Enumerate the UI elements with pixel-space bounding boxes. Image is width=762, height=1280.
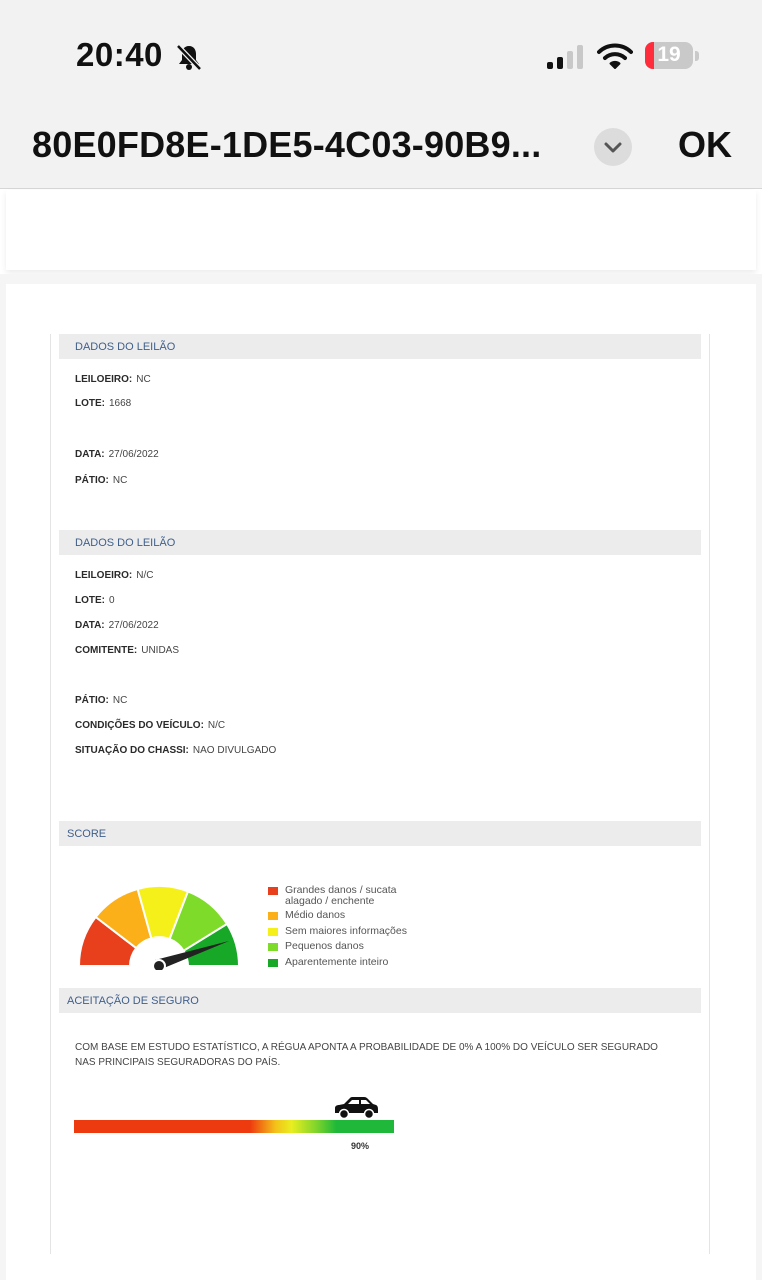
signal-icon (547, 45, 583, 69)
top-bar: 20:40 19 80E0FD8E-1DE5-4C03-90B9... OK (0, 0, 762, 189)
legend-swatch (268, 958, 278, 967)
score-gauge (77, 885, 241, 970)
legend-item: Médio danos (266, 909, 407, 925)
gauge-pivot (152, 959, 166, 970)
section-header-insurance: ACEITAÇÃO DE SEGURO (59, 988, 701, 1013)
field-value: 1668 (109, 398, 132, 409)
field-label: LOTE: (75, 595, 105, 606)
insurance-description: COM BASE EM ESTUDO ESTATÍSTICO, A RÉGUA … (75, 1042, 658, 1068)
section-title: ACEITAÇÃO DE SEGURO (67, 995, 199, 1007)
field-label: LOTE: (75, 398, 105, 409)
field-consignor: COMITENTE: UNIDAS (75, 645, 179, 656)
field-value: UNIDAS (141, 645, 180, 656)
status-bar: 20:40 19 (0, 0, 762, 100)
score-legend: Grandes danos / sucata alagado / enchent… (266, 884, 407, 971)
legend-label: Pequenos danos (285, 940, 364, 952)
section-header-score: SCORE (59, 821, 701, 846)
battery-icon: 19 (645, 42, 693, 69)
legend-swatch (268, 927, 278, 936)
field-label: PÁTIO: (75, 695, 109, 706)
document-title[interactable]: 80E0FD8E-1DE5-4C03-90B9... (32, 124, 541, 166)
legend-label: Médio danos (285, 909, 346, 921)
field-lot: LOTE: 1668 (75, 398, 131, 409)
section-title: DADOS DO LEILÃO (75, 341, 176, 353)
wifi-icon (597, 43, 633, 69)
field-value: N/C (207, 720, 226, 731)
ok-button[interactable]: OK (678, 124, 732, 166)
field-label: CONDIÇÕES DO VEÍCULO: (75, 720, 204, 731)
battery-tip (695, 51, 699, 61)
document-page: DADOS DO LEILÃO LEILOEIRO: NC LOTE: 1668 D… (6, 284, 756, 1280)
legend-item: Aparentemente inteiro (266, 956, 407, 972)
field-label: LEILOEIRO: (75, 374, 133, 385)
expand-title-button[interactable] (594, 128, 632, 166)
field-label: DATA: (75, 449, 105, 460)
field-value: 27/06/2022 (108, 449, 159, 460)
field-label: PÁTIO: (75, 475, 109, 486)
legend-item: Pequenos danos (266, 940, 407, 956)
field-label: DATA: (75, 620, 105, 631)
section-header-auction-1: DADOS DO LEILÃO (59, 334, 701, 359)
field-label: LEILOEIRO: (75, 570, 133, 581)
bell-muted-icon (176, 44, 202, 71)
field-value: NAO DIVULGADO (192, 745, 277, 756)
field-yard: PÁTIO: NC (75, 695, 127, 706)
field-value: 0 (109, 595, 115, 606)
legend-label-line2: alagado / enchente (285, 895, 375, 907)
legend-swatch (268, 943, 278, 951)
field-value: NC (112, 695, 128, 706)
field-label: COMITENTE: (75, 645, 138, 656)
field-auctioneer: LEILOEIRO: N/C (75, 570, 153, 581)
legend-item: Grandes danos / sucata alagado / enchent… (266, 884, 407, 909)
field-date: DATA: 27/06/2022 (75, 449, 159, 460)
section-title: SCORE (67, 828, 107, 840)
battery-percentage: 19 (657, 43, 681, 66)
field-value: 27/06/2022 (108, 620, 159, 631)
car-icon (335, 1097, 378, 1120)
field-chassis-status: SITUAÇÃO DO CHASSI: NAO DIVULGADO (75, 745, 276, 756)
legend-swatch (268, 912, 278, 920)
field-yard: PÁTIO: NC (75, 475, 127, 486)
section-title: DADOS DO LEILÃO (75, 537, 176, 549)
legend-item: Sem maiores informações (266, 925, 407, 941)
field-label: SITUAÇÃO DO CHASSI: (75, 745, 189, 756)
field-value: NC (136, 374, 151, 385)
field-value: N/C (136, 570, 154, 581)
field-lot: LOTE: 0 (75, 595, 115, 606)
document-viewer[interactable]: DADOS DO LEILÃO LEILOEIRO: NC LOTE: 1668 D… (0, 190, 762, 1280)
legend-swatch (268, 887, 278, 895)
field-auctioneer: LEILOEIRO: NC (75, 374, 151, 385)
legend-label: Sem maiores informações (285, 924, 407, 937)
previous-page (6, 190, 756, 270)
insurance-probability-label: 90% (351, 1141, 370, 1151)
field-value: NC (112, 475, 128, 486)
report-body: DADOS DO LEILÃO LEILOEIRO: NC LOTE: 1668 D… (50, 334, 710, 1254)
insurance-probability-bar (74, 1120, 394, 1133)
field-date: DATA: 27/06/2022 (75, 620, 159, 631)
legend-label: Aparentemente inteiro (285, 955, 389, 968)
chevron-down-icon (604, 142, 622, 153)
section-header-auction-2: DADOS DO LEILÃO (59, 530, 701, 555)
field-vehicle-condition: CONDIÇÕES DO VEÍCULO: N/C (75, 720, 225, 731)
status-time: 20:40 (76, 36, 163, 73)
